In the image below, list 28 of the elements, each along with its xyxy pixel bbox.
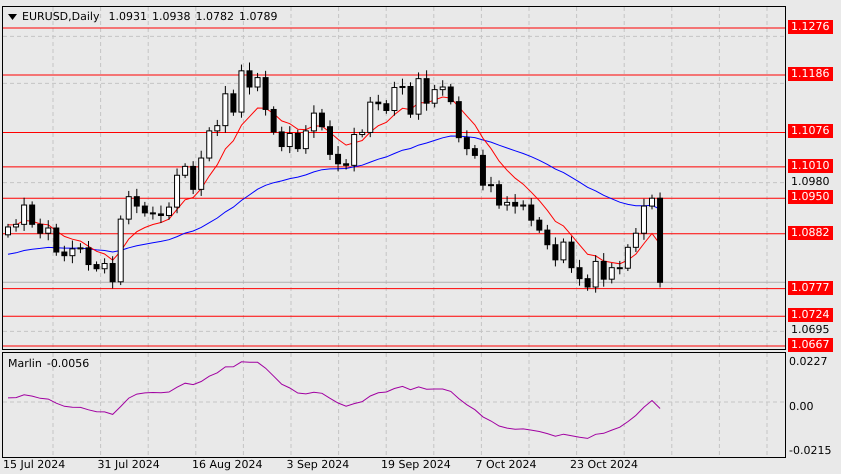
ohlc-value: 1.0938 [152,10,190,24]
indicator-tick-label: 0.0227 [789,355,828,369]
date-label: 31 Jul 2024 [98,458,161,473]
date-label: 15 Jul 2024 [3,458,66,473]
price-level-label: 1.1076 [788,124,832,138]
ohlc-value: 1.0931 [108,10,147,24]
indicator-value: -0.0056 [46,357,90,371]
indicator-tick-label: -0.0215 [789,444,832,458]
price-level-label: 1.1186 [788,66,832,81]
price-tick-label: 1.0980 [790,174,830,189]
date-label: 19 Sep 2024 [381,458,452,473]
date-label: 7 Oct 2024 [476,458,538,473]
price-level-label: 1.1276 [788,20,832,34]
symbol-label: EURUSD,Daily [22,10,100,24]
price-level-label: 1.0667 [788,338,832,352]
price-level-label: 1.0950 [788,190,832,204]
date-label: 23 Oct 2024 [570,458,640,473]
price-level-label: 1.0882 [788,226,832,240]
indicator-tick-label: 0.00 [789,400,814,414]
price-level-label: 1.0724 [788,308,832,322]
date-label: 16 Aug 2024 [192,458,264,473]
price-level-label: 1.0777 [788,280,832,295]
ohlc-value: 1.0789 [238,10,278,24]
ohlc-value: 1.0782 [195,10,234,24]
price-level-label: 1.1010 [788,158,832,173]
price-tick-label: 1.0695 [790,323,830,338]
indicator-name: Marlin [8,357,42,371]
date-label: 3 Sep 2024 [286,458,350,473]
